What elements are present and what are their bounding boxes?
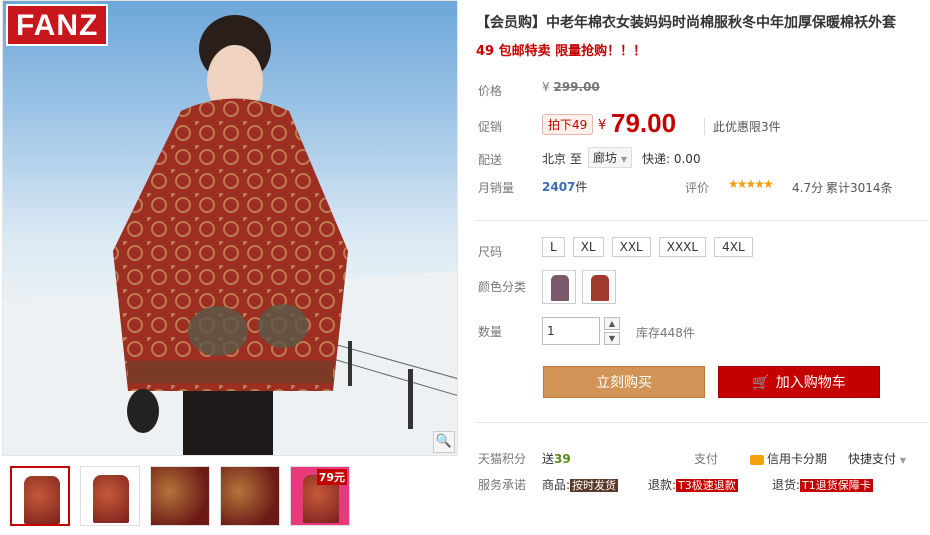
sales-unit: 件 (575, 180, 588, 194)
promise-goods-tag: 按时发货 (570, 479, 619, 492)
promo-limit: 此优惠限3件 (704, 118, 781, 135)
shipping-from: 北京 至 (542, 152, 582, 166)
color-option-1[interactable] (542, 270, 576, 304)
rating-stars: ★★★★★ (728, 177, 774, 191)
rating-label: 评价 (685, 181, 710, 195)
sales-label: 月销量 (478, 181, 515, 195)
shipping-destination-select[interactable]: 廊坊 ▼ (588, 147, 632, 168)
product-subtitle: 49 包邮特卖 限量抢购！！！ (476, 44, 647, 59)
divider (476, 220, 928, 221)
points-value: 送39 (542, 450, 571, 467)
size-option[interactable]: XL (572, 237, 604, 257)
original-price-value: 299.00 (553, 80, 600, 94)
credit-card-installment[interactable]: 信用卡分期 (750, 450, 827, 467)
add-to-cart-button[interactable]: 🛒 加入购物车 (718, 366, 880, 398)
sales-count: 2407件 (542, 178, 587, 195)
service-promise-label: 服务承诺 (478, 478, 527, 492)
promo-label: 促销 (478, 120, 503, 134)
size-option[interactable]: XXXL (658, 237, 707, 257)
chevron-down-icon: ▼ (899, 456, 906, 465)
promise-refund-label: 退款: (648, 478, 677, 492)
main-product-image[interactable]: FANZ 🔍 (2, 0, 458, 456)
promise-goods-label: 商品: (542, 478, 571, 492)
credit-card-label: 信用卡分期 (767, 452, 828, 466)
shipping-destination-value: 廊坊 (593, 151, 618, 165)
rating-count[interactable]: 累计3014条 (826, 179, 893, 196)
promo-tag: 拍下49 (542, 114, 594, 135)
quick-payment[interactable]: 快捷支付 ▼ (848, 450, 906, 467)
promise-return-tag: T1退货保障卡 (800, 479, 873, 492)
shipping-fee: 快递: 0.00 (642, 152, 701, 166)
quantity-increase-button[interactable]: ▲ (604, 317, 620, 330)
thumbnail-1[interactable] (10, 466, 70, 526)
quantity-input[interactable]: 1 (542, 317, 600, 345)
promo-currency: ¥ (598, 118, 607, 133)
add-to-cart-label: 加入购物车 (775, 375, 846, 391)
size-option[interactable]: XXL (611, 237, 651, 257)
thumbnail-strip: 79元 (10, 466, 350, 526)
zoom-icon[interactable]: 🔍 (433, 431, 455, 453)
points-amount: 39 (554, 452, 571, 466)
stock-count: 库存448件 (636, 326, 695, 340)
divider (476, 422, 928, 423)
original-price: ¥ 299.00 (542, 80, 600, 94)
shipping-label: 配送 (478, 153, 503, 167)
thumbnail-4[interactable] (220, 466, 280, 526)
original-price-currency: ¥ (542, 80, 550, 94)
thumbnail-3[interactable] (150, 466, 210, 526)
size-option[interactable]: L (542, 237, 565, 257)
color-option-2[interactable] (582, 270, 616, 304)
promise-return-label: 退货: (772, 478, 801, 492)
chevron-down-icon: ▼ (620, 155, 627, 164)
promise-refund: 退款: T3极速退款 (648, 476, 738, 493)
promo-price: 79.00 (611, 108, 677, 138)
rating-score: 4.7分 (792, 181, 824, 195)
quantity-decrease-button[interactable]: ▼ (604, 332, 620, 345)
buy-now-button[interactable]: 立刻购买 (543, 366, 705, 398)
thumbnail-price-badge: 79元 (316, 469, 347, 485)
size-options: L XL XXL XXXL 4XL (542, 237, 753, 257)
points-label: 天猫积分 (478, 452, 527, 466)
product-photo (3, 15, 457, 455)
product-gallery: FANZ 🔍 79元 (0, 0, 460, 535)
color-label: 颜色分类 (478, 280, 527, 294)
quick-pay-label: 快捷支付 (848, 452, 897, 466)
size-option[interactable]: 4XL (714, 237, 753, 257)
sales-count-value: 2407 (542, 180, 576, 194)
promise-goods: 商品: 按时发货 (542, 476, 619, 493)
credit-card-icon (750, 454, 764, 465)
payment-label: 支付 (694, 452, 719, 466)
thumbnail-5[interactable]: 79元 (290, 466, 350, 526)
promise-refund-tag: T3极速退款 (676, 479, 738, 492)
thumbnail-2[interactable] (80, 466, 140, 526)
quantity-label: 数量 (478, 325, 503, 339)
color-options (542, 270, 616, 304)
promise-return: 退货: T1退货保障卡 (772, 476, 873, 493)
brand-logo: FANZ (6, 4, 109, 46)
product-title: 【会员购】中老年棉衣女装妈妈时尚棉服秋冬中年加厚保暖棉袄外套 (476, 15, 896, 31)
price-label: 价格 (478, 84, 503, 98)
cart-icon: 🛒 (752, 375, 770, 391)
size-label: 尺码 (478, 245, 503, 259)
points-prefix: 送 (542, 452, 555, 466)
